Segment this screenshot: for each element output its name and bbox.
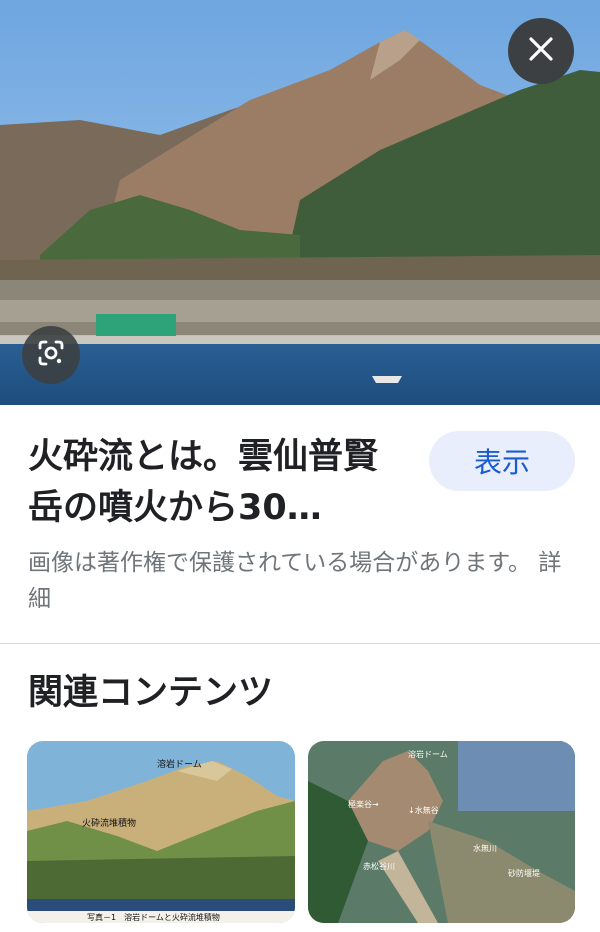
thumbnail-caption: 写真－1 溶岩ドームと火砕流堆積物 — [87, 912, 220, 922]
lens-search-button[interactable] — [22, 326, 80, 384]
label-minashidani: ↓水無谷 — [408, 805, 439, 815]
close-button[interactable] — [508, 18, 574, 84]
label-minashigawa: 水無川 — [473, 843, 497, 853]
image-title: 火砕流とは。雲仙普賢岳の噴火から30… — [28, 437, 379, 528]
related-thumbnail[interactable]: 溶岩ドーム 極楽谷→ ↓水無谷 赤松谷川 水無川 砂防堰堤 — [308, 741, 575, 923]
copyright-notice: 画像は著作権で保護されている場合があります。 詳細 — [28, 550, 562, 612]
label-akamatsudani: 赤松谷川 — [363, 861, 395, 871]
label-lava-dome: 溶岩ドーム — [157, 758, 202, 770]
label-lava-dome: 溶岩ドーム — [408, 749, 448, 759]
related-thumbnail[interactable]: 溶岩ドーム 火砕流堆積物 写真－1 溶岩ドームと火砕流堆積物 — [27, 741, 295, 923]
label-sabo-dam: 砂防堰堤 — [508, 868, 540, 878]
label-gokurakudani: 極楽谷→ — [348, 799, 379, 809]
close-icon — [528, 36, 554, 66]
label-pyroclastic-deposit: 火砕流堆積物 — [82, 817, 136, 829]
related-heading: 関連コンテンツ — [28, 673, 274, 713]
google-lens-icon — [36, 338, 66, 372]
divider — [0, 643, 600, 644]
show-button[interactable]: 表示 — [429, 431, 575, 491]
